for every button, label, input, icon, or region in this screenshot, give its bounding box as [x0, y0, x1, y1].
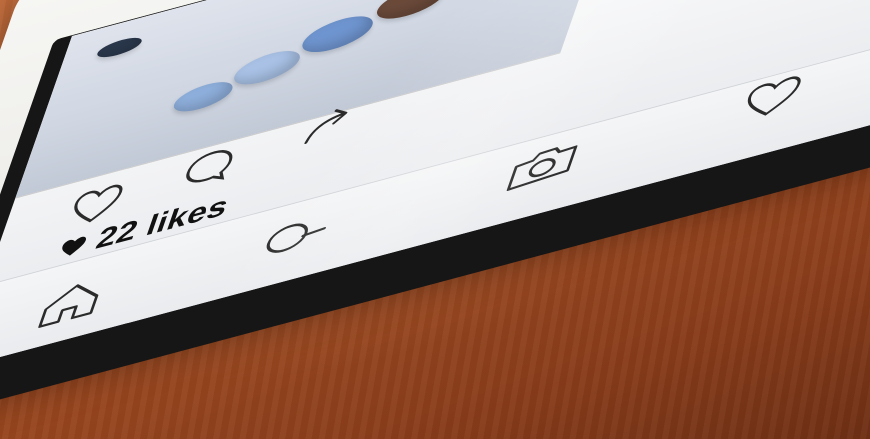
avatar[interactable] [94, 34, 145, 61]
camera-icon[interactable] [499, 136, 586, 197]
tablet-device: 22 likes [0, 0, 870, 439]
pebble [229, 44, 305, 91]
search-icon[interactable] [254, 208, 336, 268]
photo-scene: 22 likes [0, 0, 870, 439]
pebble [169, 76, 237, 117]
pebble [297, 9, 378, 59]
camera-icon-graphic [506, 145, 578, 191]
search-icon-graphic [266, 223, 326, 253]
heart-outline-icon[interactable] [735, 70, 809, 126]
home-icon[interactable] [32, 271, 112, 332]
activity-heart-icon-graphic [747, 76, 801, 116]
home-icon-graphic [38, 284, 99, 328]
pebble [372, 0, 450, 25]
